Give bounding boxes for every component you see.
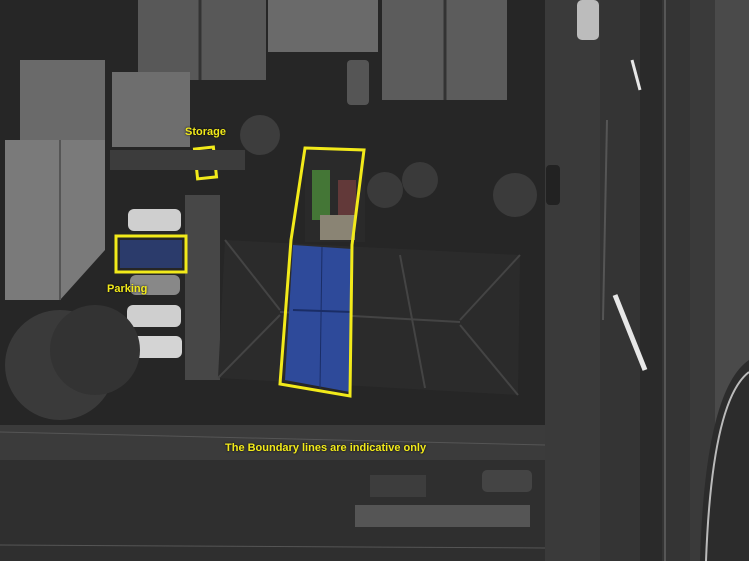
car (577, 0, 599, 40)
disclaimer-label: The Boundary lines are indicative only (225, 442, 427, 454)
parking-label: Parking (107, 283, 148, 295)
aerial-map: Storage Parking The Boundary lines are i… (0, 0, 749, 561)
car (370, 475, 426, 497)
car (482, 470, 532, 492)
main-building-roof (217, 239, 521, 396)
car (347, 60, 369, 105)
unit-roof (285, 245, 352, 392)
car (128, 209, 181, 231)
aerial-photo (0, 0, 749, 561)
car (127, 305, 181, 327)
car (546, 165, 560, 205)
road-median (640, 0, 662, 561)
storage-label: Storage (185, 126, 226, 138)
main-road (545, 0, 749, 561)
